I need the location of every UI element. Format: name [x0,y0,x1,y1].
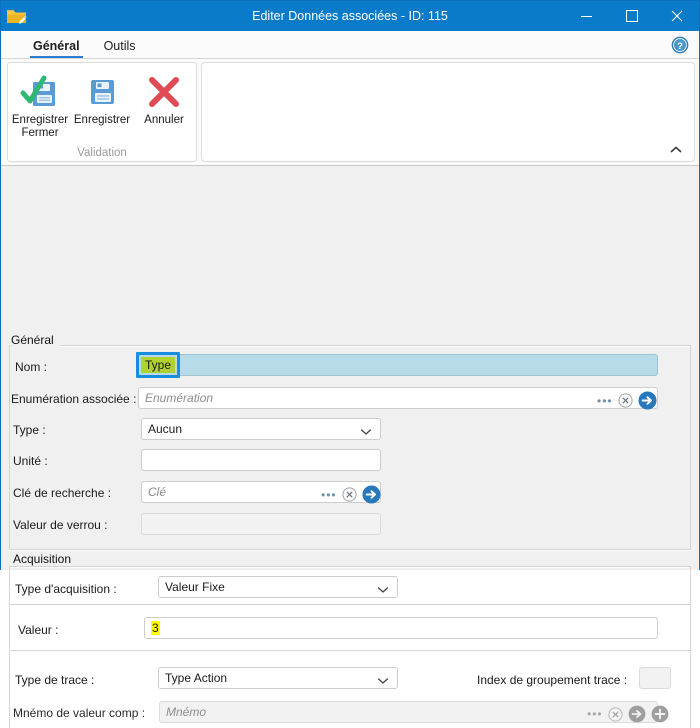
section-border-general-left [9,345,10,549]
chevron-down-icon [360,425,372,439]
ellipsis-icon[interactable]: ••• [321,489,337,501]
chevron-up-icon[interactable] [668,144,684,156]
help-circle-icon[interactable]: ? [671,36,689,54]
ribbon-tabbar: Général Outils ? [1,31,699,59]
valeur-value: 3 [151,621,160,635]
index-groupement-input[interactable] [639,667,671,689]
divider-valeur-panel-top [9,604,691,606]
tab-outils[interactable]: Outils [92,39,148,58]
clear-circle-icon [608,706,623,722]
save-and-close-label-line2: Fermer [21,127,59,139]
maximize-button[interactable] [609,1,654,31]
minimize-button[interactable] [564,1,609,31]
enumeration-placeholder: Enumération [145,391,214,405]
label-type: Type : [13,423,46,437]
label-index-groupement: Index de groupement trace : [477,673,628,687]
label-nom: Nom : [15,360,48,374]
save-and-close-label: Enregistrer Fermer [12,114,68,140]
section-border-general-right [690,345,691,549]
go-arrow-icon [628,705,646,723]
label-type-acquisition: Type d'acquisition : [15,582,117,596]
chevron-down-icon [377,674,389,688]
label-cle-recherche: Clé de recherche : [13,486,112,500]
divider-valeur-panel-bottom [9,650,691,652]
section-divider-acquisition [9,566,691,568]
type-select[interactable]: Aucun [141,418,381,440]
section-border-acq-right [690,566,691,728]
type-trace-select[interactable]: Type Action [158,667,398,689]
nom-value: Type [141,357,176,373]
section-border-acq-left [9,566,10,728]
save-and-close-icon [20,71,60,113]
section-title-acquisition: Acquisition [13,552,78,566]
mnemo-input: Mnémo [159,701,658,723]
enumeration-actions: ••• [597,391,657,410]
chevron-down-icon [377,583,389,597]
label-valeur-verrou: Valeur de verrou : [13,518,108,532]
label-enumeration: Enumération associée : [11,392,137,406]
mnemo-placeholder: Mnémo [166,705,207,719]
enumeration-input[interactable]: Enumération [138,387,658,409]
edit-associated-data-window: Editer Données associées - ID: 115 Génér… [0,0,700,728]
section-title-general: Général [11,333,60,347]
type-trace-value: Type Action [165,671,228,685]
clear-circle-icon[interactable] [618,393,633,408]
valeur-verrou-input [141,513,381,535]
save-and-close-label-line1: Enregistrer [11,114,69,126]
ellipsis-icon[interactable]: ••• [597,395,613,407]
nom-focus-ring: Type [136,352,181,378]
maximize-icon [625,10,638,22]
section-divider-general [9,345,691,347]
mnemo-actions: ••• [587,705,669,723]
type-acquisition-value: Valeur Fixe [165,580,225,594]
cancel-cross-icon [144,71,184,113]
valeur-input[interactable]: 3 [144,617,658,639]
cle-recherche-placeholder: Clé [148,485,167,499]
tab-general[interactable]: Général [21,39,92,58]
ribbon-group-validation: Enregistrer Fermer Enregistrer Annuler V… [7,62,197,162]
minimize-icon [581,15,592,17]
cancel-label: Annuler [144,114,184,126]
close-button[interactable] [654,1,699,31]
ribbon-empty-area [201,62,695,162]
cle-recherche-actions: ••• [321,485,381,504]
close-icon [671,10,682,22]
label-type-trace: Type de trace : [15,673,95,687]
window-titlebar: Editer Données associées - ID: 115 [1,1,699,31]
save-label: Enregistrer [73,114,131,126]
section-divider-general-bottom [9,549,691,551]
go-arrow-icon[interactable] [362,485,381,504]
ellipsis-icon: ••• [587,707,603,721]
svg-text:?: ? [677,41,683,52]
form-area: Général Nom : Type Enumération associée … [1,166,699,728]
add-circle-icon [651,705,669,723]
label-unite: Unité : [13,454,48,468]
window-controls [564,1,699,31]
unite-input[interactable] [141,449,381,471]
nom-input[interactable]: Type [136,352,658,378]
type-acquisition-select[interactable]: Valeur Fixe [158,576,398,598]
label-mnemo: Mnémo de valeur comp : [13,706,146,720]
folder-edit-icon [1,1,33,31]
label-valeur: Valeur : [18,623,59,637]
go-arrow-icon[interactable] [638,391,657,410]
type-value: Aucun [148,422,183,436]
ribbon: Enregistrer Fermer Enregistrer Annuler V… [1,59,699,166]
clear-circle-icon[interactable] [342,487,357,502]
ribbon-group-label-validation: Validation [77,147,127,159]
save-icon [82,71,122,113]
